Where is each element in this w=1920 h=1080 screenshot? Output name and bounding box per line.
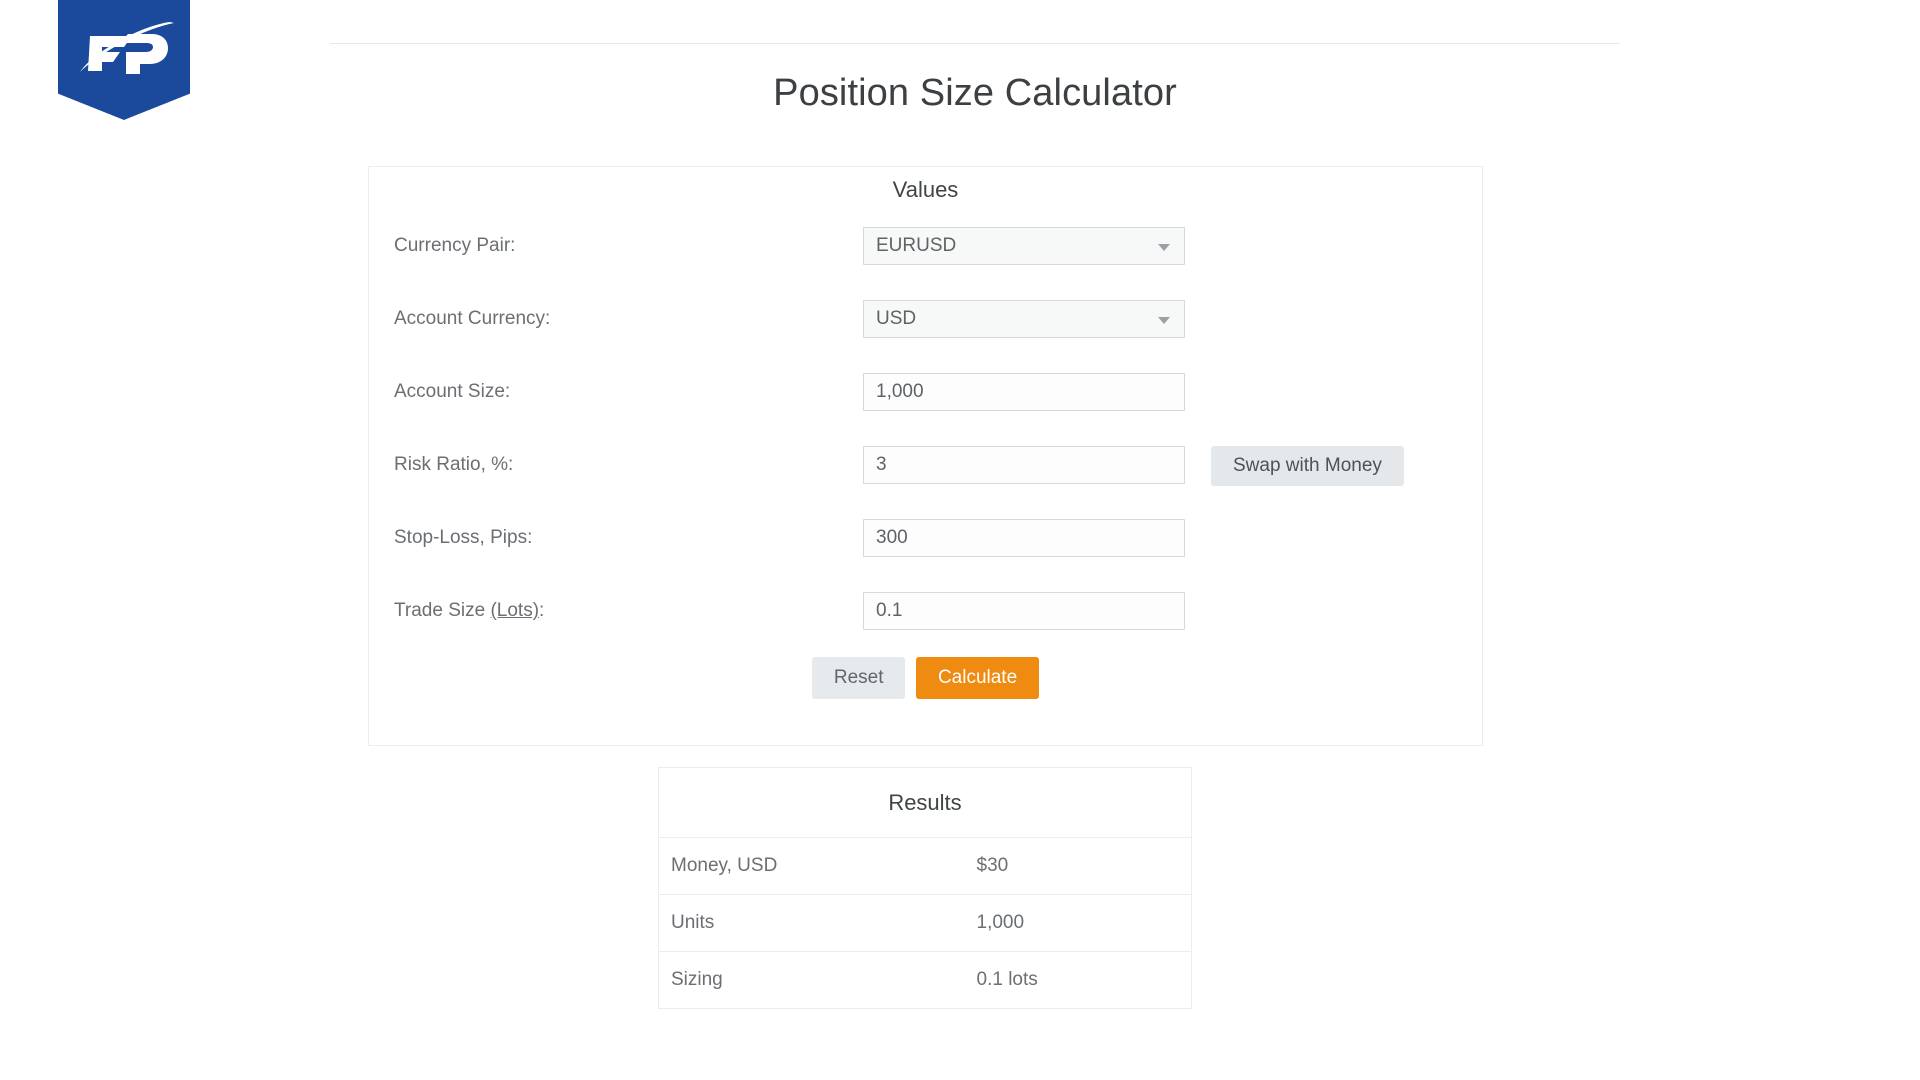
label-account-currency: Account Currency: [394, 308, 551, 329]
values-panel: Values Currency Pair: EURUSD Account Cur… [368, 166, 1483, 746]
form-row-account-currency: Account Currency: USD [369, 300, 1482, 338]
form-actions: Reset Calculate [369, 657, 1482, 699]
result-label-units: Units [658, 894, 909, 952]
stop-loss-pips-input[interactable] [863, 519, 1185, 557]
form-row-risk-ratio: Risk Ratio, %: Swap with Money [369, 446, 1482, 486]
label-currency-pair: Currency Pair: [394, 235, 516, 256]
results-table-head: Results [658, 767, 1192, 838]
page-title: Position Size Calculator [773, 72, 1177, 114]
chevron-down-icon [1158, 317, 1170, 324]
result-label-money: Money, USD [671, 855, 778, 876]
results-section-title: Results [658, 767, 1192, 838]
form-row-stop-loss: Stop-Loss, Pips: [369, 519, 1482, 557]
currency-pair-select[interactable]: EURUSD [863, 227, 1185, 265]
chevron-down-icon [1158, 244, 1170, 251]
results-table: Results Money, USD $30 Units 1,000 Sizin… [658, 767, 1192, 1009]
values-section-title: Values [892, 177, 959, 202]
account-currency-value: USD [876, 308, 917, 329]
label-trade-size-lots-link[interactable]: (Lots) [490, 600, 539, 621]
table-row: Units 1,000 [658, 894, 1192, 952]
trade-size-lots-input[interactable] [863, 592, 1185, 630]
swap-with-money-button[interactable]: Swap with Money [1211, 446, 1404, 486]
form-row-trade-size: Trade Size (Lots): [369, 592, 1482, 630]
calculate-button[interactable]: Calculate [915, 657, 1040, 699]
form-row-currency-pair: Currency Pair: EURUSD [369, 227, 1482, 265]
label-trade-size-colon: : [539, 600, 545, 621]
account-size-input[interactable] [863, 373, 1185, 411]
position-size-calculator-page: Position Size Calculator Values Currency… [0, 0, 1920, 1080]
label-account-size: Account Size: [394, 381, 511, 402]
result-label-sizing: Sizing [658, 951, 909, 1009]
form-row-account-size: Account Size: [369, 373, 1482, 411]
fp-logo-icon [80, 22, 174, 74]
result-value-money: $30 [976, 855, 1009, 876]
brand-logo-badge[interactable] [58, 0, 190, 120]
results-table-body: Money, USD $30 Units 1,000 Sizing 0.1 lo… [658, 838, 1192, 1009]
risk-ratio-input[interactable] [863, 446, 1185, 484]
result-value-units: 1,000 [908, 894, 1192, 952]
results-header-row: Results [658, 767, 1192, 838]
label-trade-size-lots: Trade Size (Lots): [394, 592, 544, 630]
reset-button[interactable]: Reset [811, 657, 906, 699]
label-risk-ratio: Risk Ratio, %: [394, 454, 514, 475]
header-divider [330, 43, 1620, 44]
table-row: Money, USD $30 [659, 838, 1192, 895]
label-trade-size-text: Trade Size [394, 600, 491, 621]
table-row: Sizing 0.1 lots [658, 951, 1192, 1009]
account-currency-select[interactable]: USD [863, 300, 1185, 338]
label-stop-loss-pips: Stop-Loss, Pips: [394, 527, 533, 548]
currency-pair-value: EURUSD [876, 235, 957, 256]
result-value-sizing: 0.1 lots [908, 951, 1192, 1009]
